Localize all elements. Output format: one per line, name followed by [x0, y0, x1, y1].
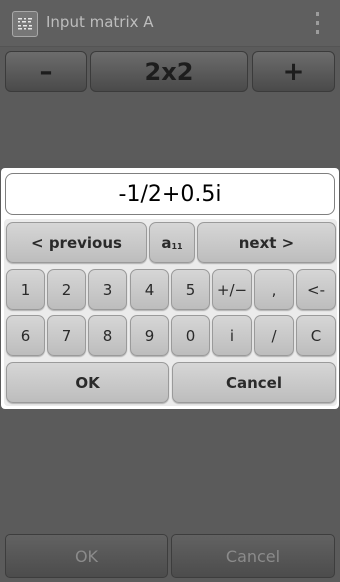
- increase-size-button[interactable]: +: [252, 51, 335, 92]
- cell-indicator-button[interactable]: a 11: [149, 222, 195, 263]
- screen-title: Input matrix A: [46, 13, 154, 31]
- cell-index: 11: [171, 242, 183, 251]
- ok-button[interactable]: OK: [5, 534, 168, 578]
- key-7[interactable]: 7: [47, 315, 86, 356]
- value-input[interactable]: -1/2+0.5i: [5, 173, 335, 215]
- matrix-icon[interactable]: [12, 11, 38, 37]
- key-9[interactable]: 9: [130, 315, 169, 356]
- entry-dialog: -1/2+0.5i < previous a 11 next > 1 2 3 4 …: [1, 168, 339, 409]
- key-backspace[interactable]: <-: [296, 269, 336, 310]
- key-5[interactable]: 5: [171, 269, 210, 310]
- key-sign-toggle[interactable]: +/−: [212, 269, 252, 310]
- key-2[interactable]: 2: [47, 269, 86, 310]
- matrix-size-button[interactable]: 2x2: [90, 51, 248, 92]
- key-0[interactable]: 0: [171, 315, 210, 356]
- key-1[interactable]: 1: [6, 269, 45, 310]
- action-bar: Input matrix A: [0, 0, 340, 47]
- previous-cell-button[interactable]: < previous: [6, 222, 147, 263]
- dialog-ok-button[interactable]: OK: [6, 362, 169, 403]
- key-8[interactable]: 8: [88, 315, 127, 356]
- decrease-size-button[interactable]: –: [5, 51, 87, 92]
- key-4[interactable]: 4: [130, 269, 169, 310]
- key-slash[interactable]: /: [254, 315, 294, 356]
- key-clear[interactable]: C: [296, 315, 336, 356]
- key-6[interactable]: 6: [6, 315, 45, 356]
- cancel-button[interactable]: Cancel: [171, 534, 335, 578]
- cell-label: a: [161, 233, 172, 252]
- key-imaginary[interactable]: i: [212, 315, 252, 356]
- key-comma[interactable]: ,: [254, 269, 294, 310]
- next-cell-button[interactable]: next >: [197, 222, 336, 263]
- key-3[interactable]: 3: [88, 269, 127, 310]
- keypad: < previous a 11 next > 1 2 3 4 5 +/− , <-…: [4, 219, 337, 406]
- dialog-cancel-button[interactable]: Cancel: [172, 362, 336, 403]
- overflow-menu-icon[interactable]: [314, 12, 320, 34]
